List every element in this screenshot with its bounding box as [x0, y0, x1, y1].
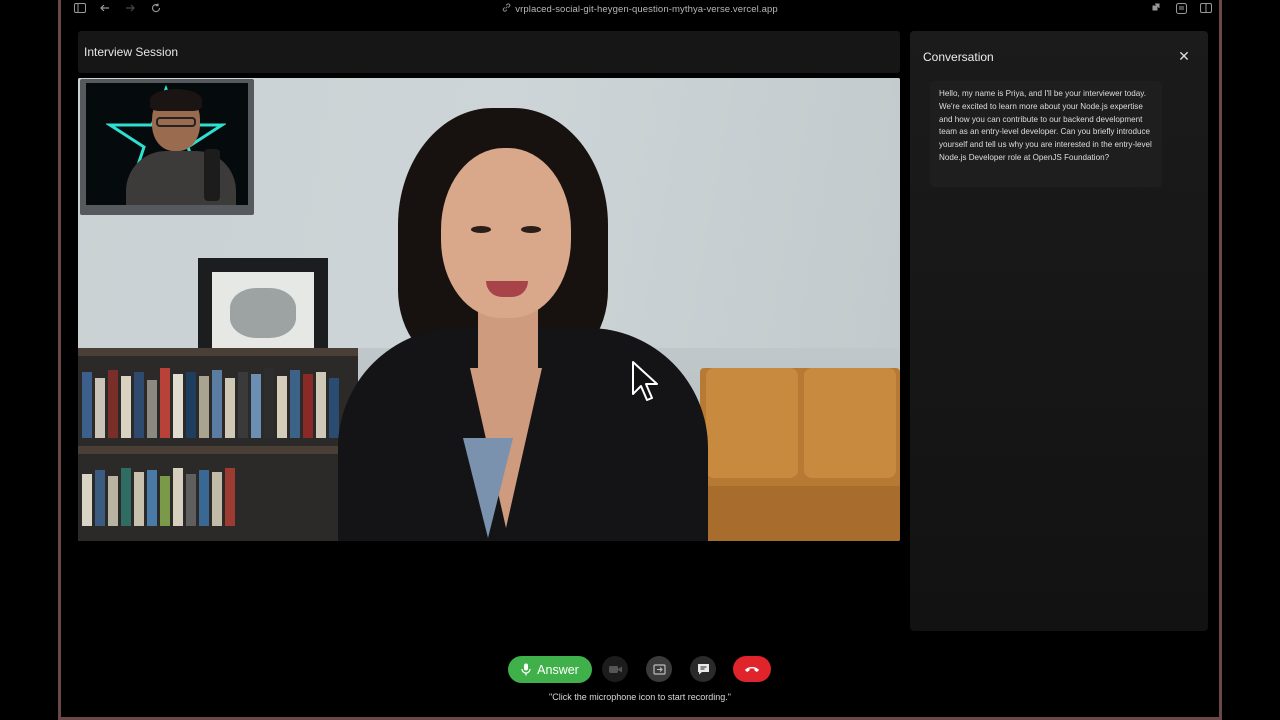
message-bubble: Hello, my name is Priya, and I'll be you…	[930, 81, 1162, 187]
browser-window: vrplaced-social-git-heygen-question-myth…	[58, 0, 1222, 720]
call-controls: Answer	[61, 654, 1219, 684]
reader-icon[interactable]	[1174, 3, 1188, 17]
chat-button[interactable]	[690, 656, 716, 682]
conversation-panel: Conversation ✕ Hello, my name is Priya, …	[910, 31, 1208, 631]
split-view-icon[interactable]	[1199, 3, 1213, 17]
mouse-cursor-icon	[632, 361, 658, 401]
session-title: Interview Session	[84, 45, 179, 59]
end-call-button[interactable]	[733, 656, 771, 682]
close-icon[interactable]: ✕	[1176, 48, 1192, 64]
screen-share-button[interactable]	[646, 656, 672, 682]
browser-toolbar: vrplaced-social-git-heygen-question-myth…	[61, 0, 1219, 20]
screen-share-icon	[652, 663, 666, 675]
conversation-title: Conversation	[923, 50, 994, 64]
hang-up-icon	[745, 667, 759, 672]
video-camera-icon	[608, 665, 622, 673]
camera-button[interactable]	[602, 656, 628, 682]
interviewer-avatar	[268, 108, 748, 541]
extension-icon[interactable]	[1149, 3, 1163, 17]
link-icon	[502, 3, 511, 15]
session-header: Interview Session	[78, 31, 900, 73]
address-bar[interactable]: vrplaced-social-git-heygen-question-myth…	[61, 3, 1219, 15]
url-text: vrplaced-social-git-heygen-question-myth…	[515, 4, 778, 15]
recording-hint: "Click the microphone icon to start reco…	[549, 692, 731, 702]
answer-button[interactable]: Answer	[508, 656, 592, 683]
self-view-video[interactable]	[80, 79, 254, 215]
answer-label: Answer	[537, 662, 579, 677]
microphone-icon	[521, 663, 531, 676]
chat-icon	[697, 664, 709, 675]
